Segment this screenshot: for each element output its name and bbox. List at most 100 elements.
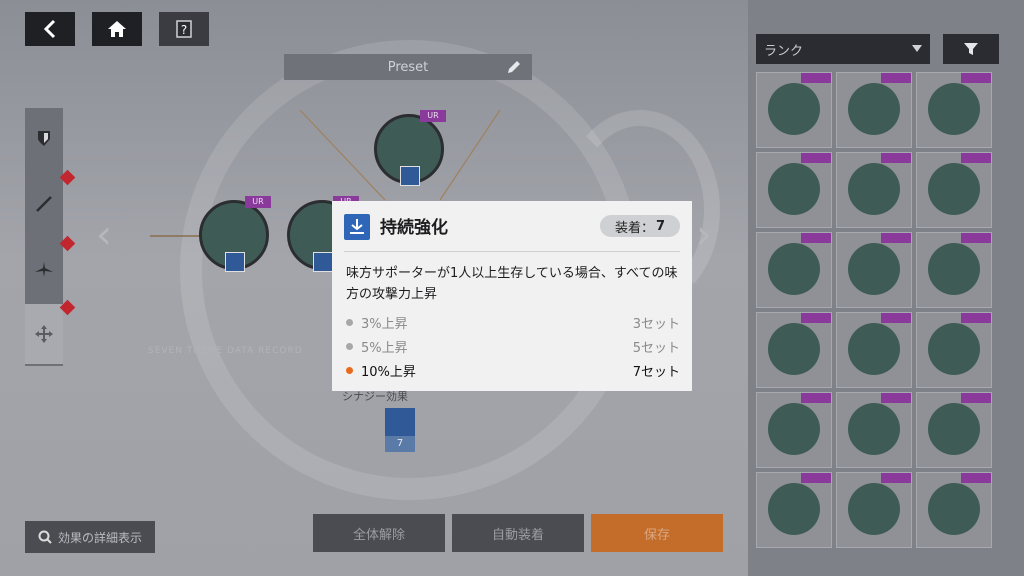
inventory-card[interactable] [756,392,832,468]
rank-tag [881,393,911,403]
chevron-down-icon [912,45,922,52]
card-emblem-icon [848,403,900,455]
svg-text:?: ? [181,23,187,37]
equip-slot-left[interactable]: UR [195,196,273,274]
rank-tag [801,233,831,243]
inventory-card[interactable] [916,312,992,388]
rank-tag [961,473,991,483]
inventory-card[interactable] [916,152,992,228]
rank-tag [801,313,831,323]
back-button[interactable] [25,12,75,46]
tier-row: 3%上昇 3セット [346,312,680,332]
divider [344,251,680,252]
rank-tag [961,233,991,243]
inventory-card[interactable] [756,472,832,548]
plane-icon [35,262,53,277]
save-button[interactable]: 保存 [591,514,723,552]
rank-tag [881,153,911,163]
card-emblem-icon [848,163,900,215]
filter-button[interactable] [943,34,999,64]
inventory-card[interactable] [836,72,912,148]
tier-row: 5%上昇 5セット [346,336,680,356]
equip-label: 装着： [614,220,654,236]
sidebar-item-shield[interactable] [25,108,63,168]
rank-tag [881,73,911,83]
search-icon [38,530,52,544]
preset-bar[interactable]: Preset [284,54,532,80]
rank-badge: UR [420,110,446,122]
inventory-card[interactable] [916,232,992,308]
rank-sort-label: ランク [764,43,804,59]
card-emblem-icon [768,243,820,295]
set-effect-modal: 持続強化 装着： 7 味方サポーターが1人以上生存している場合、すべての味方の攻… [332,201,692,391]
tier-dot [346,366,353,374]
sidebar-item-plane[interactable] [25,240,63,300]
inventory-card[interactable] [916,72,992,148]
rank-tag [961,393,991,403]
support-type-icon [313,252,333,272]
home-button[interactable] [92,12,142,46]
rank-tag [961,313,991,323]
card-emblem-icon [768,323,820,375]
support-type-icon [225,252,245,272]
equip-count-pill: 装着： 7 [600,215,680,237]
card-emblem-icon [848,483,900,535]
equip-slot-top[interactable]: UR [370,110,448,188]
release-all-button[interactable]: 全体解除 [313,514,445,552]
inventory-card[interactable] [756,72,832,148]
inventory-card[interactable] [836,232,912,308]
modal-title: 持続強化 [380,218,448,238]
move-arrows-icon [35,325,53,343]
card-emblem-icon [928,483,980,535]
card-emblem-icon [928,243,980,295]
tier-row-active: 10%上昇 7セット [346,360,680,380]
inventory-card[interactable] [756,312,832,388]
tier-requirement: 3セット [632,316,680,332]
inventory-card[interactable] [756,152,832,228]
pencil-icon[interactable] [506,59,522,75]
sidebar-item-sword[interactable] [25,174,63,234]
tier-dot [346,318,353,326]
card-emblem-icon [928,323,980,375]
tier-requirement: 5セット [632,340,680,356]
card-emblem-icon [848,243,900,295]
tier-effect: 3%上昇 [361,316,408,332]
rank-tag [961,153,991,163]
tier-dot [346,342,353,350]
auto-equip-button[interactable]: 自動装着 [452,514,584,552]
filter-icon [964,43,978,55]
preset-label: Preset [387,59,429,75]
modal-description: 味方サポーターが1人以上生存している場合、すべての味方の攻撃力上昇 [346,266,678,302]
rank-tag [801,73,831,83]
sword-icon [36,196,52,212]
chevron-left-icon [43,19,56,39]
inventory-card[interactable] [836,392,912,468]
background-caption: SEVEN THEME DATA RECORD [148,346,303,356]
rank-badge: UR [245,196,271,208]
support-type-icon [400,166,420,186]
inventory-card[interactable] [916,392,992,468]
prev-arrow-icon[interactable]: ‹ [96,212,112,258]
rank-tag [881,233,911,243]
rank-sort-select[interactable]: ランク [756,34,930,64]
tier-effect: 10%上昇 [361,364,416,380]
category-sidebar [25,108,63,366]
card-emblem-icon [768,163,820,215]
inventory-card[interactable] [836,152,912,228]
inventory-card[interactable] [756,232,832,308]
card-emblem-icon [768,403,820,455]
rank-tag [801,473,831,483]
card-emblem-icon [928,83,980,135]
next-arrow-icon[interactable]: › [696,212,712,258]
inventory-card[interactable] [836,312,912,388]
card-emblem-icon [768,483,820,535]
effect-detail-button[interactable]: 効果の詳細表示 [25,521,155,553]
inventory-card[interactable] [836,472,912,548]
help-button[interactable]: ? [159,12,209,46]
inventory-card[interactable] [916,472,992,548]
sidebar-item-support[interactable] [25,304,63,364]
set-effect-chip[interactable]: 7 [385,408,415,452]
card-emblem-icon [848,323,900,375]
rank-tag [801,153,831,163]
support-set-icon [344,214,370,240]
